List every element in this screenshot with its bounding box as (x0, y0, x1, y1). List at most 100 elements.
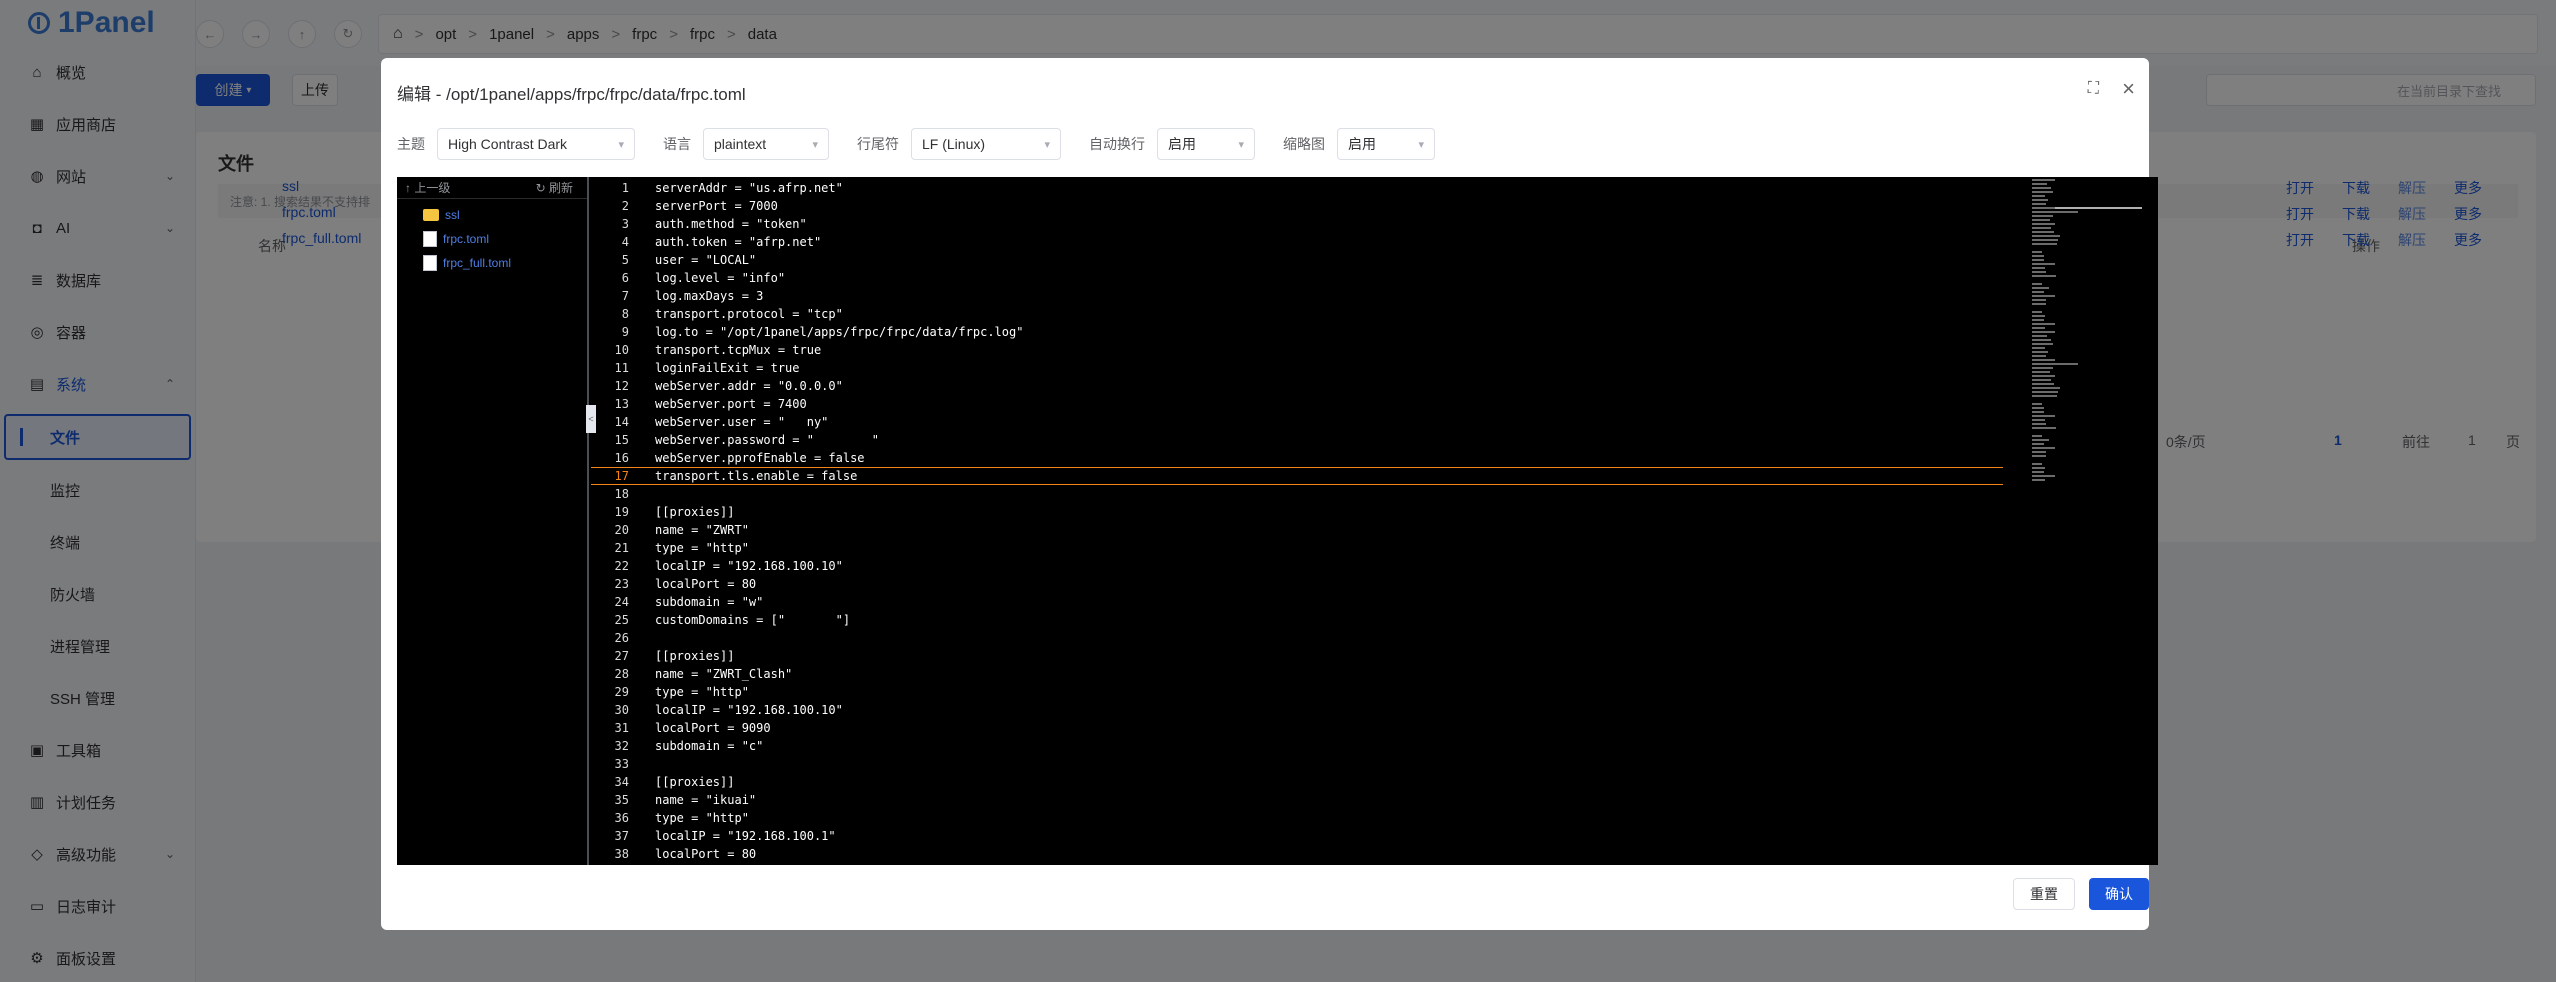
language-select[interactable]: plaintext ▾ (703, 128, 829, 160)
code-text: customDomains = [" "] (655, 613, 851, 627)
line-number: 14 (614, 415, 629, 429)
tree-item-label: ssl (445, 208, 460, 222)
line-number: 9 (621, 325, 629, 339)
line-number: 13 (614, 397, 629, 411)
code-line[interactable]: 12 webServer.addr = "0.0.0.0" (591, 377, 2003, 395)
tree-item-frpc-toml[interactable]: frpc.toml (397, 227, 587, 251)
code-line[interactable]: 37 localIP = "192.168.100.1" (591, 827, 2003, 845)
minimap-select[interactable]: 启用 ▾ (1337, 128, 1435, 160)
parent-dir-button[interactable]: ↑ 上一级 (405, 179, 450, 196)
code-line[interactable]: 22 localIP = "192.168.100.10" (591, 557, 2003, 575)
code-line[interactable]: 1 serverAddr = "us.afrp.net" (591, 179, 2003, 197)
minimap-line (2032, 395, 2058, 397)
code-line[interactable]: 18 (591, 485, 2003, 503)
code-text: loginFailExit = true (655, 361, 800, 375)
minimap-line (2032, 343, 2053, 345)
code-text: localIP = "192.168.100.1" (655, 829, 836, 843)
line-number: 25 (614, 613, 629, 627)
code-line[interactable]: 3 auth.method = "token" (591, 215, 2003, 233)
code-line[interactable]: 28 name = "ZWRT_Clash" (591, 665, 2003, 683)
code-line[interactable]: 29 type = "http" (591, 683, 2003, 701)
code-line[interactable]: 31 localPort = 9090 (591, 719, 2003, 737)
minimap-line (2032, 363, 2078, 365)
code-text: type = "http" (655, 685, 749, 699)
close-icon[interactable]: × (2122, 76, 2135, 102)
word-wrap-select[interactable]: 启用 ▾ (1157, 128, 1255, 160)
code-line[interactable]: 15 webServer.password = " " (591, 431, 2003, 449)
code-line[interactable]: 38 localPort = 80 (591, 845, 2003, 863)
theme-select[interactable]: High Contrast Dark ▾ (437, 128, 635, 160)
minimap-line (2032, 207, 2056, 209)
minimap-line (2032, 199, 2049, 201)
minimap-line (2032, 315, 2045, 317)
code-line[interactable]: 5 user = "LOCAL" (591, 251, 2003, 269)
tree-item-ssl[interactable]: ssl (397, 203, 587, 227)
code-line[interactable]: 16 webServer.pprofEnable = false (591, 449, 2003, 467)
code-line[interactable]: 33 (591, 755, 2003, 773)
code-line[interactable]: 21 type = "http" (591, 539, 2003, 557)
collapse-tree-icon[interactable]: < (586, 405, 596, 433)
code-line[interactable]: 30 localIP = "192.168.100.10" (591, 701, 2003, 719)
reset-button[interactable]: 重置 (2013, 878, 2075, 910)
code-text: name = "ZWRT_Clash" (655, 667, 793, 681)
minimap-line (2032, 391, 2059, 393)
code-line[interactable]: 6 log.level = "info" (591, 269, 2003, 287)
code-line[interactable]: 27 [[proxies]] (591, 647, 2003, 665)
line-number: 15 (614, 433, 629, 447)
line-number: 21 (614, 541, 629, 555)
code-line[interactable]: 25 customDomains = [" "] (591, 611, 2003, 629)
minimap-line (2032, 455, 2046, 457)
code-line[interactable]: 36 type = "http" (591, 809, 2003, 827)
fullscreen-icon[interactable]: ⛶ (2088, 80, 2099, 98)
minimap-line (2032, 303, 2046, 305)
code-line[interactable]: 7 log.maxDays = 3 (591, 287, 2003, 305)
code-line[interactable]: 11 loginFailExit = true (591, 359, 2003, 377)
minimap-line (2032, 299, 2047, 301)
code-line[interactable]: 26 (591, 629, 2003, 647)
tree-refresh-button[interactable]: ↻ 刷新 (536, 179, 573, 196)
line-number: 1 (621, 181, 629, 195)
code-line[interactable]: 10 transport.tcpMux = true (591, 341, 2003, 359)
dialog-title: 编辑 - /opt/1panel/apps/frpc/frpc/data/frp… (397, 85, 746, 104)
code-text: serverAddr = "us.afrp.net" (655, 181, 843, 195)
code-line[interactable]: 34 [[proxies]] (591, 773, 2003, 791)
parent-dir-label: 上一级 (414, 181, 451, 195)
code-line[interactable]: 23 localPort = 80 (591, 575, 2003, 593)
confirm-button[interactable]: 确认 (2089, 878, 2149, 910)
line-number: 35 (614, 793, 629, 807)
line-number: 31 (614, 721, 629, 735)
minimap-line (2032, 359, 2056, 361)
code-line[interactable]: 35 name = "ikuai" (591, 791, 2003, 809)
code-line[interactable]: 17 transport.tls.enable = false (591, 467, 2003, 485)
minimap-line (2032, 451, 2047, 453)
minimap-line (2032, 463, 2042, 465)
eol-select[interactable]: LF (Linux) ▾ (911, 128, 1061, 160)
chevron-down-icon: ▾ (1238, 138, 1244, 151)
minimap-line (2032, 291, 2044, 293)
code-line[interactable]: 32 subdomain = "c" (591, 737, 2003, 755)
chevron-down-icon: ▾ (1044, 138, 1050, 151)
minimap-line (2032, 195, 2045, 197)
editor-options: 主题 High Contrast Dark ▾ 语言 plaintext ▾ 行尾符… (397, 128, 1463, 160)
code-line[interactable]: 4 auth.token = "afrp.net" (591, 233, 2003, 251)
code-line[interactable]: 2 serverPort = 7000 (591, 197, 2003, 215)
chevron-down-icon: ▾ (618, 138, 624, 151)
code-line[interactable]: 24 subdomain = "w" (591, 593, 2003, 611)
code-line[interactable]: 14 webServer.user = " ny" (591, 413, 2003, 431)
code-text: serverPort = 7000 (655, 199, 778, 213)
code-line[interactable]: 19 [[proxies]] (591, 503, 2003, 521)
tree-item-frpc-full-toml[interactable]: frpc_full.toml (397, 251, 587, 275)
minimap-line (2032, 323, 2055, 325)
minimap-line (2032, 319, 2044, 321)
code-area[interactable]: 1 serverAddr = "us.afrp.net" 2 serverPort =… (591, 177, 2003, 865)
code-text: webServer.port = 7400 (655, 397, 807, 411)
code-line[interactable]: 13 webServer.port = 7400 (591, 395, 2003, 413)
line-number: 28 (614, 667, 629, 681)
code-text: transport.protocol = "tcp" (655, 307, 843, 321)
line-number: 27 (614, 649, 629, 663)
code-line[interactable]: 20 name = "ZWRT" (591, 521, 2003, 539)
code-line[interactable]: 8 transport.protocol = "tcp" (591, 305, 2003, 323)
code-text: auth.method = "token" (655, 217, 807, 231)
code-line[interactable]: 9 log.to = "/opt/1panel/apps/frpc/frpc/da… (591, 323, 2003, 341)
minimap[interactable] (2032, 177, 2158, 865)
